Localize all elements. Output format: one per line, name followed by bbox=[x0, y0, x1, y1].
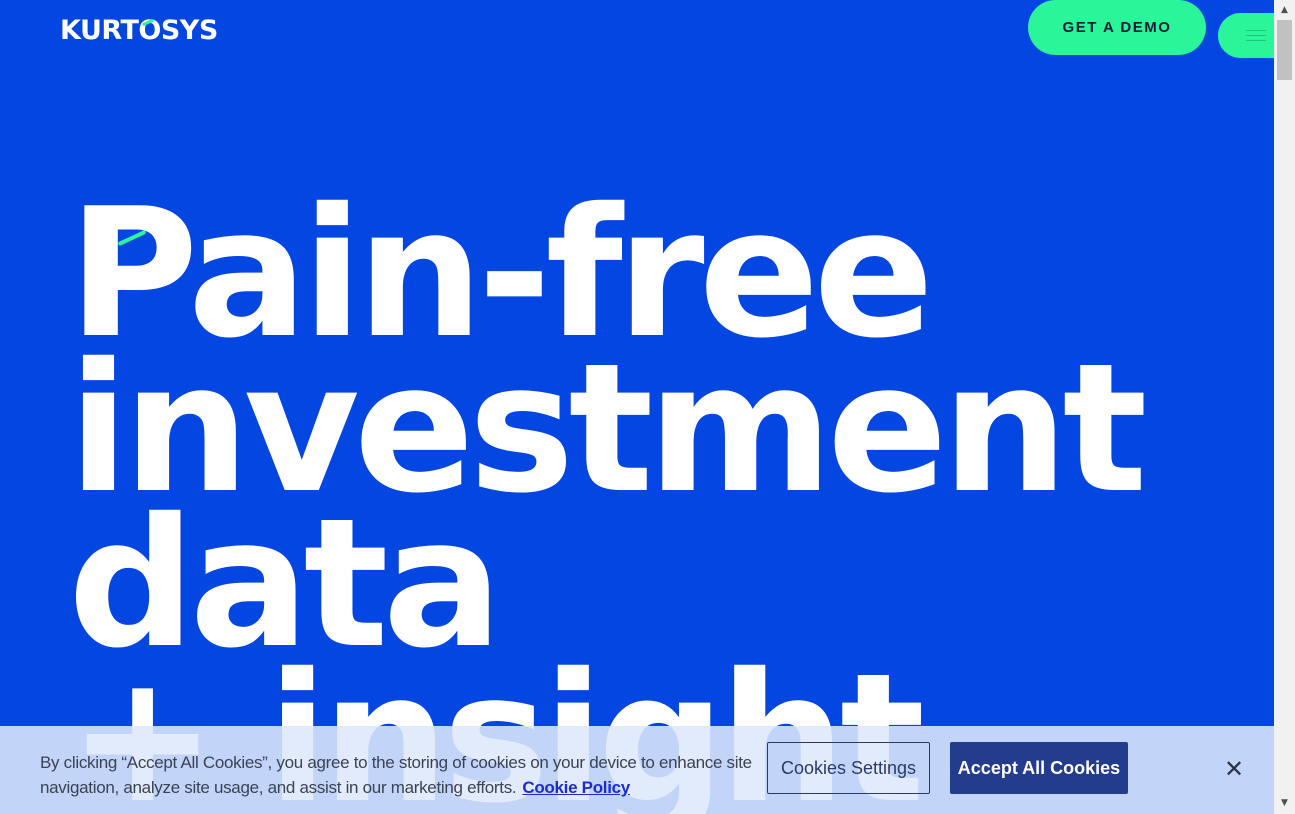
cookie-banner: By clicking “Accept All Cookies”, you ag… bbox=[0, 726, 1274, 814]
page-viewport: KURTO SYS GET A DEMO Pain-free investment… bbox=[0, 0, 1274, 814]
hamburger-menu-icon bbox=[1246, 30, 1266, 41]
close-icon[interactable]: ✕ bbox=[1218, 753, 1250, 785]
vertical-scrollbar[interactable]: ▲ ▼ bbox=[1274, 0, 1295, 814]
scroll-down-arrow-icon[interactable]: ▼ bbox=[1274, 795, 1295, 812]
cookies-settings-button[interactable]: Cookies Settings bbox=[767, 742, 930, 794]
scroll-up-arrow-icon[interactable]: ▲ bbox=[1274, 2, 1295, 19]
logo-text-start: KURT bbox=[60, 15, 139, 46]
kurtosys-logo[interactable]: KURTO SYS bbox=[60, 16, 218, 46]
cookie-notice-text: By clicking “Accept All Cookies”, you ag… bbox=[40, 750, 780, 800]
get-a-demo-button[interactable]: GET A DEMO bbox=[1028, 0, 1206, 55]
scrollbar-thumb[interactable] bbox=[1277, 20, 1292, 80]
logo-o-mark: O bbox=[138, 15, 161, 46]
cookie-message: By clicking “Accept All Cookies”, you ag… bbox=[40, 753, 752, 797]
cookie-policy-link[interactable]: Cookie Policy bbox=[522, 778, 630, 797]
hero-heading: Pain-free investment data + insight bbox=[68, 185, 1168, 814]
menu-button[interactable] bbox=[1218, 13, 1274, 58]
logo-text-end: SYS bbox=[160, 15, 218, 46]
accept-all-cookies-button[interactable]: Accept All Cookies bbox=[950, 742, 1128, 794]
